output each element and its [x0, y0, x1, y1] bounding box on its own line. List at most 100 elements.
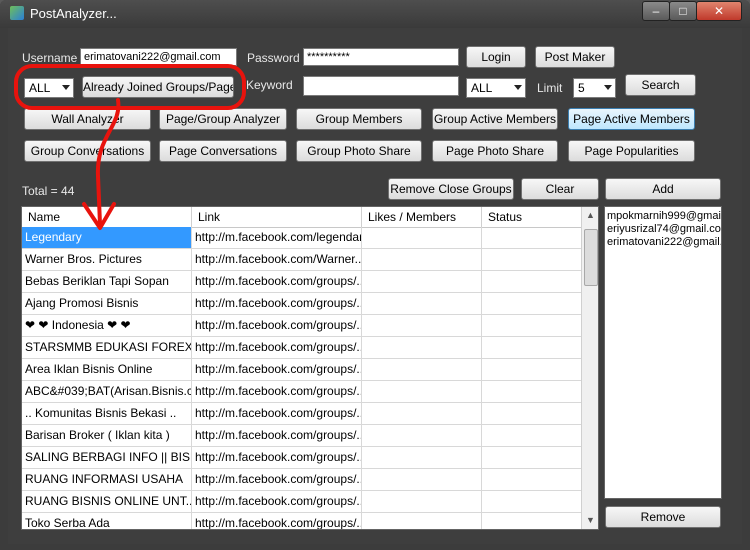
- cell-name[interactable]: Warner Bros. Pictures: [22, 249, 192, 270]
- group-photo-share-button[interactable]: Group Photo Share: [296, 140, 422, 162]
- minimize-button[interactable]: –: [642, 1, 670, 21]
- password-input[interactable]: **********: [303, 48, 459, 66]
- table-row[interactable]: RUANG INFORMASI USAHA http://m.facebook.c…: [22, 469, 582, 491]
- close-button[interactable]: ✕: [696, 1, 742, 21]
- remove-close-groups-button[interactable]: Remove Close Groups: [388, 178, 514, 200]
- cell-link[interactable]: http://m.facebook.com/groups/...: [192, 491, 362, 512]
- cell-name[interactable]: .. Komunitas Bisnis Bekasi ..: [22, 403, 192, 424]
- cell-name[interactable]: Bebas Beriklan Tapi Sopan: [22, 271, 192, 292]
- table-row[interactable]: SALING BERBAGI INFO || BISN... http://m.f…: [22, 447, 582, 469]
- cell-name[interactable]: ❤ ❤ Indonesia ❤ ❤: [22, 315, 192, 336]
- table-row[interactable]: Area Iklan Bisnis Online http://m.faceboo…: [22, 359, 582, 381]
- cell-status[interactable]: [482, 293, 582, 314]
- cell-likes-members[interactable]: [362, 337, 482, 358]
- clear-button[interactable]: Clear: [521, 178, 599, 200]
- cell-link[interactable]: http://m.facebook.com/groups/...: [192, 359, 362, 380]
- cell-status[interactable]: [482, 469, 582, 490]
- table-row[interactable]: ABC&#039;BAT(Arisan.Bisnis.cu... http://m…: [22, 381, 582, 403]
- cell-status[interactable]: [482, 249, 582, 270]
- cell-name[interactable]: Toko Serba Ada: [22, 513, 192, 529]
- post-maker-button[interactable]: Post Maker: [535, 46, 615, 68]
- column-header-likes-members[interactable]: Likes / Members: [362, 207, 482, 227]
- cell-link[interactable]: http://m.facebook.com/groups/...: [192, 337, 362, 358]
- scroll-down-icon[interactable]: ▼: [582, 512, 598, 529]
- keyword-input[interactable]: [303, 76, 459, 96]
- cell-link[interactable]: http://m.facebook.com/groups/...: [192, 513, 362, 529]
- account-item[interactable]: erimatovani222@gmail.co: [607, 236, 721, 249]
- column-header-status[interactable]: Status: [482, 207, 582, 227]
- group-members-button[interactable]: Group Members: [296, 108, 422, 130]
- cell-link[interactable]: http://m.facebook.com/groups/...: [192, 293, 362, 314]
- cell-name[interactable]: STARSMMB EDUKASI FOREX: [22, 337, 192, 358]
- cell-status[interactable]: [482, 425, 582, 446]
- login-button[interactable]: Login: [466, 46, 526, 68]
- cell-link[interactable]: http://m.facebook.com/groups/...: [192, 315, 362, 336]
- cell-status[interactable]: [482, 227, 582, 248]
- groups-data-grid[interactable]: Name Link Likes / Members Status Legenda…: [21, 206, 599, 530]
- cell-name[interactable]: Ajang Promosi Bisnis: [22, 293, 192, 314]
- account-item[interactable]: eriyusrizal74@gmail.com: [607, 223, 721, 236]
- column-header-link[interactable]: Link: [192, 207, 362, 227]
- cell-likes-members[interactable]: [362, 491, 482, 512]
- table-row[interactable]: Barisan Broker ( Iklan kita ) http://m.fa…: [22, 425, 582, 447]
- cell-name[interactable]: RUANG INFORMASI USAHA: [22, 469, 192, 490]
- remove-button[interactable]: Remove: [605, 506, 721, 528]
- grid-vertical-scrollbar[interactable]: ▲ ▼: [581, 207, 598, 529]
- cell-likes-members[interactable]: [362, 359, 482, 380]
- cell-likes-members[interactable]: [362, 513, 482, 529]
- cell-name[interactable]: RUANG BISNIS ONLINE UNT...: [22, 491, 192, 512]
- cell-name[interactable]: ABC&#039;BAT(Arisan.Bisnis.cu...: [22, 381, 192, 402]
- table-row[interactable]: Ajang Promosi Bisnis http://m.facebook.co…: [22, 293, 582, 315]
- cell-status[interactable]: [482, 271, 582, 292]
- table-row[interactable]: STARSMMB EDUKASI FOREX http://m.facebook.…: [22, 337, 582, 359]
- add-button[interactable]: Add: [605, 178, 721, 200]
- cell-likes-members[interactable]: [362, 381, 482, 402]
- cell-link[interactable]: http://m.facebook.com/groups/...: [192, 469, 362, 490]
- cell-status[interactable]: [482, 337, 582, 358]
- cell-status[interactable]: [482, 513, 582, 529]
- cell-likes-members[interactable]: [362, 249, 482, 270]
- cell-name[interactable]: Barisan Broker ( Iklan kita ): [22, 425, 192, 446]
- maximize-button[interactable]: □: [669, 1, 697, 21]
- scroll-thumb[interactable]: [584, 229, 598, 286]
- cell-link[interactable]: http://m.facebook.com/groups/...: [192, 381, 362, 402]
- page-photo-share-button[interactable]: Page Photo Share: [432, 140, 558, 162]
- limit-select[interactable]: 5: [573, 78, 616, 98]
- cell-status[interactable]: [482, 315, 582, 336]
- cell-likes-members[interactable]: [362, 315, 482, 336]
- cell-status[interactable]: [482, 359, 582, 380]
- page-group-analyzer-button[interactable]: Page/Group Analyzer: [159, 108, 287, 130]
- cell-likes-members[interactable]: [362, 425, 482, 446]
- group-active-members-button[interactable]: Group Active Members: [432, 108, 558, 130]
- cell-link[interactable]: http://m.facebook.com/groups/...: [192, 271, 362, 292]
- page-popularities-button[interactable]: Page Popularities: [568, 140, 695, 162]
- cell-likes-members[interactable]: [362, 271, 482, 292]
- cell-likes-members[interactable]: [362, 447, 482, 468]
- cell-link[interactable]: http://m.facebook.com/groups/...: [192, 403, 362, 424]
- table-row[interactable]: Warner Bros. Pictures http://m.facebook.c…: [22, 249, 582, 271]
- cell-status[interactable]: [482, 491, 582, 512]
- account-item[interactable]: mpokmarnih999@gmail.: [607, 210, 721, 223]
- cell-likes-members[interactable]: [362, 469, 482, 490]
- cell-link[interactable]: http://m.facebook.com/groups/...: [192, 447, 362, 468]
- scroll-up-icon[interactable]: ▲: [582, 207, 598, 224]
- cell-link[interactable]: http://m.facebook.com/legendary: [192, 227, 362, 248]
- accounts-listbox[interactable]: mpokmarnih999@gmail. eriyusrizal74@gmail…: [604, 206, 722, 499]
- cell-likes-members[interactable]: [362, 403, 482, 424]
- type-select[interactable]: ALL: [466, 78, 526, 98]
- table-row[interactable]: RUANG BISNIS ONLINE UNT... http://m.faceb…: [22, 491, 582, 513]
- cell-status[interactable]: [482, 403, 582, 424]
- cell-likes-members[interactable]: [362, 293, 482, 314]
- cell-link[interactable]: http://m.facebook.com/Warner...: [192, 249, 362, 270]
- cell-name[interactable]: Area Iklan Bisnis Online: [22, 359, 192, 380]
- cell-name[interactable]: SALING BERBAGI INFO || BISN...: [22, 447, 192, 468]
- search-button[interactable]: Search: [625, 74, 696, 96]
- cell-link[interactable]: http://m.facebook.com/groups/...: [192, 425, 362, 446]
- title-bar[interactable]: PostAnalyzer... – □ ✕: [0, 0, 750, 28]
- cell-status[interactable]: [482, 447, 582, 468]
- page-active-members-button[interactable]: Page Active Members: [568, 108, 695, 130]
- page-conversations-button[interactable]: Page Conversations: [159, 140, 287, 162]
- table-row[interactable]: Toko Serba Ada http://m.facebook.com/grou…: [22, 513, 582, 529]
- table-row[interactable]: .. Komunitas Bisnis Bekasi .. http://m.fa…: [22, 403, 582, 425]
- table-row[interactable]: ❤ ❤ Indonesia ❤ ❤ http://m.facebook.com/g…: [22, 315, 582, 337]
